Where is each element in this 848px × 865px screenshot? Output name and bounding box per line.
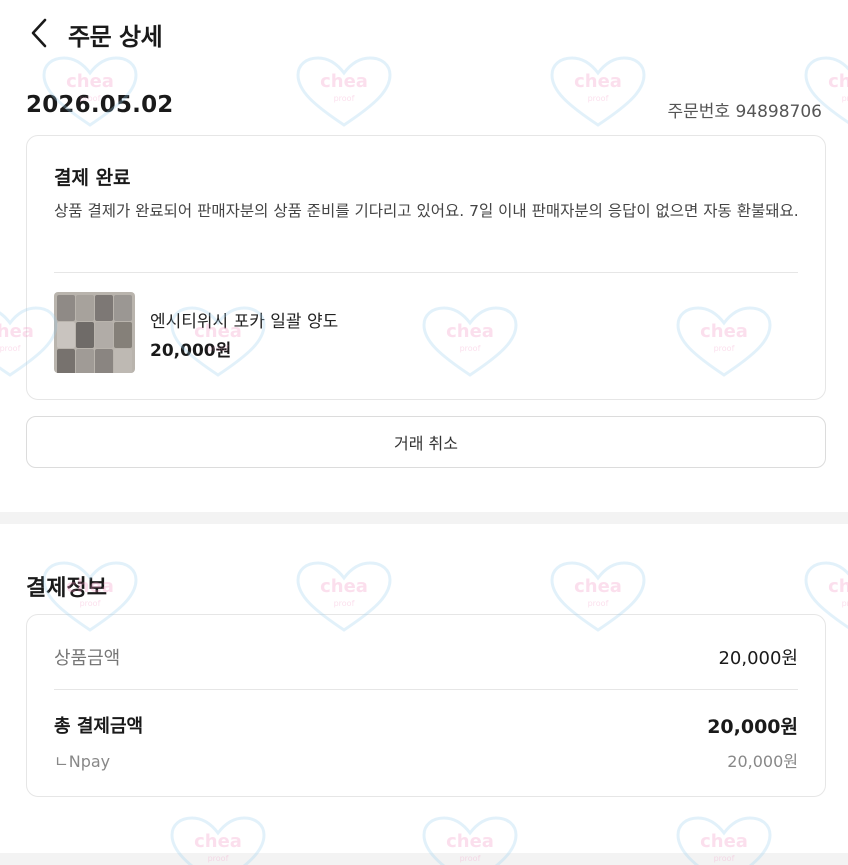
watermark-subtext: proof bbox=[0, 344, 21, 353]
payment-method-value: 20,000원 bbox=[727, 752, 798, 771]
watermark-text: chea bbox=[574, 576, 622, 597]
watermark-text: chea bbox=[828, 71, 848, 92]
header: 주문 상세 bbox=[0, 0, 848, 66]
watermark-text: chea bbox=[574, 71, 622, 92]
page-title: 주문 상세 bbox=[68, 23, 163, 51]
total-amount-label: 총 결제금액 bbox=[54, 716, 144, 737]
watermark-subtext: proof bbox=[588, 94, 609, 103]
product-name[interactable]: 엔시티위시 포카 일괄 양도 bbox=[150, 307, 338, 332]
order-status-card: 결제 완료 상품 결제가 완료되어 판매자분의 상품 준비를 기다리고 있어요.… bbox=[26, 135, 826, 400]
watermark-subtext: proof bbox=[588, 599, 609, 608]
status-title: 결제 완료 bbox=[54, 167, 131, 189]
watermark-text: chea bbox=[320, 576, 368, 597]
order-date: 2026.05.02 bbox=[26, 92, 174, 118]
watermark-subtext: proof bbox=[334, 599, 355, 608]
total-amount-value: 20,000원 bbox=[707, 716, 798, 738]
product-price: 20,000원 bbox=[150, 341, 232, 361]
watermark-text: chea bbox=[828, 576, 848, 597]
item-amount-value: 20,000원 bbox=[718, 648, 798, 669]
watermark-heart-icon: chea proof bbox=[548, 55, 648, 129]
section-divider bbox=[0, 853, 848, 865]
product-thumbnail[interactable] bbox=[54, 292, 135, 373]
watermark-text: chea bbox=[320, 71, 368, 92]
watermark-text: chea bbox=[66, 71, 114, 92]
payment-method-label: ㄴNpay bbox=[54, 752, 111, 771]
watermark-subtext: proof bbox=[842, 94, 848, 103]
divider bbox=[54, 272, 798, 273]
cancel-trade-button[interactable]: 거래 취소 bbox=[26, 416, 826, 468]
chevron-left-icon bbox=[31, 18, 47, 48]
status-description: 상품 결제가 완료되어 판매자분의 상품 준비를 기다리고 있어요. 7일 이내… bbox=[54, 202, 799, 220]
watermark-subtext: proof bbox=[842, 599, 848, 608]
back-button[interactable] bbox=[26, 16, 54, 50]
section-divider bbox=[0, 512, 848, 524]
item-amount-label: 상품금액 bbox=[54, 648, 121, 669]
order-number: 주문번호 94898706 bbox=[667, 102, 823, 122]
watermark-text: chea bbox=[700, 831, 748, 852]
watermark-subtext: proof bbox=[334, 94, 355, 103]
divider bbox=[54, 689, 798, 690]
watermark-text: chea bbox=[194, 831, 242, 852]
watermark-heart-icon: chea proof bbox=[294, 55, 394, 129]
payment-info-card: 상품금액 20,000원 총 결제금액 20,000원 ㄴNpay 20,000… bbox=[26, 614, 826, 797]
payment-section-title: 결제정보 bbox=[26, 576, 107, 601]
watermark-text: chea bbox=[446, 831, 494, 852]
